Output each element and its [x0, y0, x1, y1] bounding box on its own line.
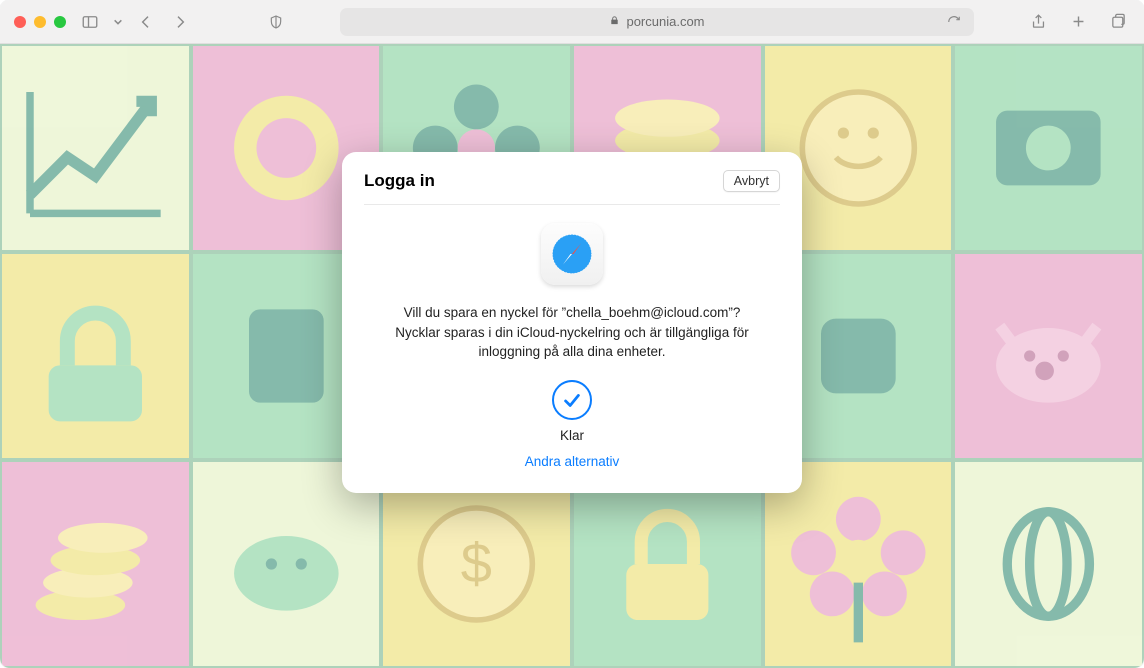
- minimize-window-button[interactable]: [34, 16, 46, 28]
- browser-toolbar: porcunia.com: [0, 0, 1144, 44]
- lock-icon: [609, 14, 620, 29]
- share-icon[interactable]: [1026, 10, 1050, 34]
- toolbar-left-group: [78, 10, 192, 34]
- back-button[interactable]: [134, 10, 158, 34]
- reload-icon[interactable]: [942, 10, 966, 34]
- tab-overview-icon[interactable]: [1106, 10, 1130, 34]
- toolbar-right-group: [1026, 10, 1130, 34]
- close-window-button[interactable]: [14, 16, 26, 28]
- new-tab-icon[interactable]: [1066, 10, 1090, 34]
- sidebar-toggle-icon[interactable]: [78, 10, 102, 34]
- success-check-icon: [552, 380, 592, 420]
- browser-window: porcunia.com: [0, 0, 1144, 668]
- login-dialog: Logga in Avbryt Vill du spara en nyckel …: [342, 152, 802, 493]
- dialog-header: Logga in Avbryt: [364, 170, 780, 205]
- status-label: Klar: [364, 428, 780, 443]
- dialog-body: Vill du spara en nyckel för ”chella_boeh…: [364, 205, 780, 471]
- other-options-link[interactable]: Andra alternativ: [525, 454, 620, 469]
- url-text: porcunia.com: [626, 14, 704, 29]
- chevron-down-icon[interactable]: [112, 10, 124, 34]
- safari-app-icon: [541, 223, 603, 285]
- fullscreen-window-button[interactable]: [54, 16, 66, 28]
- privacy-report-icon[interactable]: [264, 10, 288, 34]
- forward-button[interactable]: [168, 10, 192, 34]
- prompt-text: Vill du spara en nyckel för ”chella_boeh…: [392, 303, 752, 362]
- cancel-button[interactable]: Avbryt: [723, 170, 780, 192]
- window-controls: [14, 16, 66, 28]
- address-bar[interactable]: porcunia.com: [340, 8, 974, 36]
- dialog-title: Logga in: [364, 171, 435, 191]
